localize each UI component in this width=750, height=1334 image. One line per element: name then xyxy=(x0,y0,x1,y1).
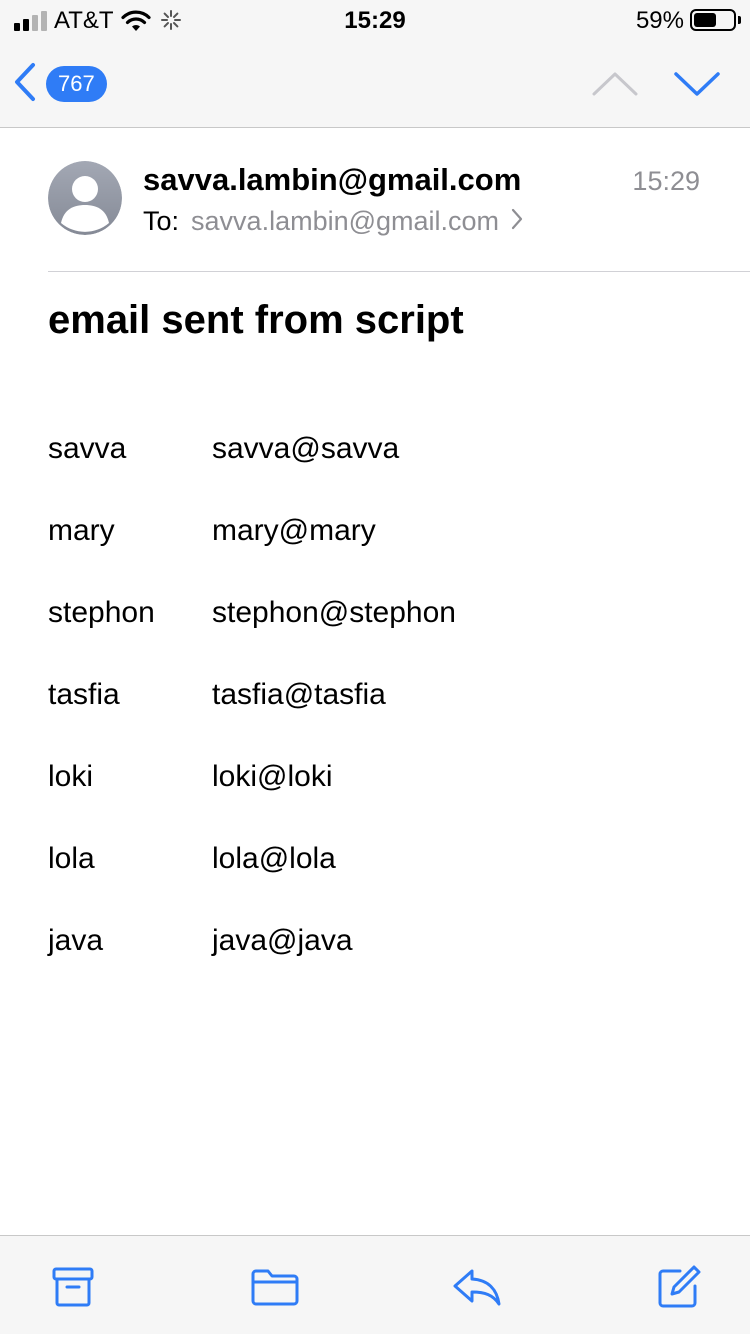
folder-icon xyxy=(250,1267,300,1312)
row-name: stephon xyxy=(48,596,155,629)
row-name: mary xyxy=(48,514,115,547)
chevron-down-icon xyxy=(672,72,722,106)
row-name: tasfia xyxy=(48,678,120,711)
row-name: lola xyxy=(48,842,95,875)
row-name: java xyxy=(48,924,104,957)
chevron-up-icon xyxy=(590,72,640,106)
row-email: tasfia@tasfia xyxy=(212,678,386,711)
sender-address[interactable]: savva.lambin@gmail.com xyxy=(143,162,521,198)
move-to-folder-button[interactable] xyxy=(248,1266,302,1312)
to-label: To: xyxy=(143,206,180,236)
battery-tip xyxy=(738,16,741,24)
chevron-right-icon xyxy=(511,206,523,237)
battery-icon xyxy=(690,9,736,31)
row-email: lola@lola xyxy=(212,842,336,875)
reply-icon xyxy=(452,1267,502,1312)
previous-message-button[interactable] xyxy=(590,66,640,102)
back-button[interactable]: 767 xyxy=(12,60,132,108)
reply-button[interactable] xyxy=(450,1266,504,1312)
recipients-line[interactable]: To: savva.lambin@gmail.com xyxy=(143,206,523,237)
row-email: java@java xyxy=(212,924,353,957)
bottom-toolbar xyxy=(0,1235,750,1334)
unread-count-badge: 767 xyxy=(46,66,107,102)
status-bar: AT&T 15:29 59% xyxy=(0,0,750,40)
compose-icon xyxy=(656,1264,702,1315)
archive-button[interactable] xyxy=(46,1266,100,1312)
row-email: loki@loki xyxy=(212,760,333,793)
row-name: loki xyxy=(48,760,94,793)
sent-time: 15:29 xyxy=(632,166,700,196)
archive-icon xyxy=(51,1266,95,1313)
sender-avatar[interactable] xyxy=(48,161,122,235)
battery-percent: 59% xyxy=(635,7,684,34)
row-email: stephon@stephon xyxy=(212,596,456,629)
next-message-button[interactable] xyxy=(672,66,722,102)
recipient-address: savva.lambin@gmail.com xyxy=(191,206,500,236)
row-name: savva xyxy=(48,432,127,465)
chevron-left-icon xyxy=(12,62,38,107)
row-email: mary@mary xyxy=(212,514,376,547)
compose-button[interactable] xyxy=(652,1264,706,1315)
nav-bar: 767 xyxy=(0,40,750,128)
header-divider xyxy=(48,271,750,272)
email-subject: email sent from script xyxy=(48,298,464,342)
row-email: savva@savva xyxy=(212,432,400,465)
